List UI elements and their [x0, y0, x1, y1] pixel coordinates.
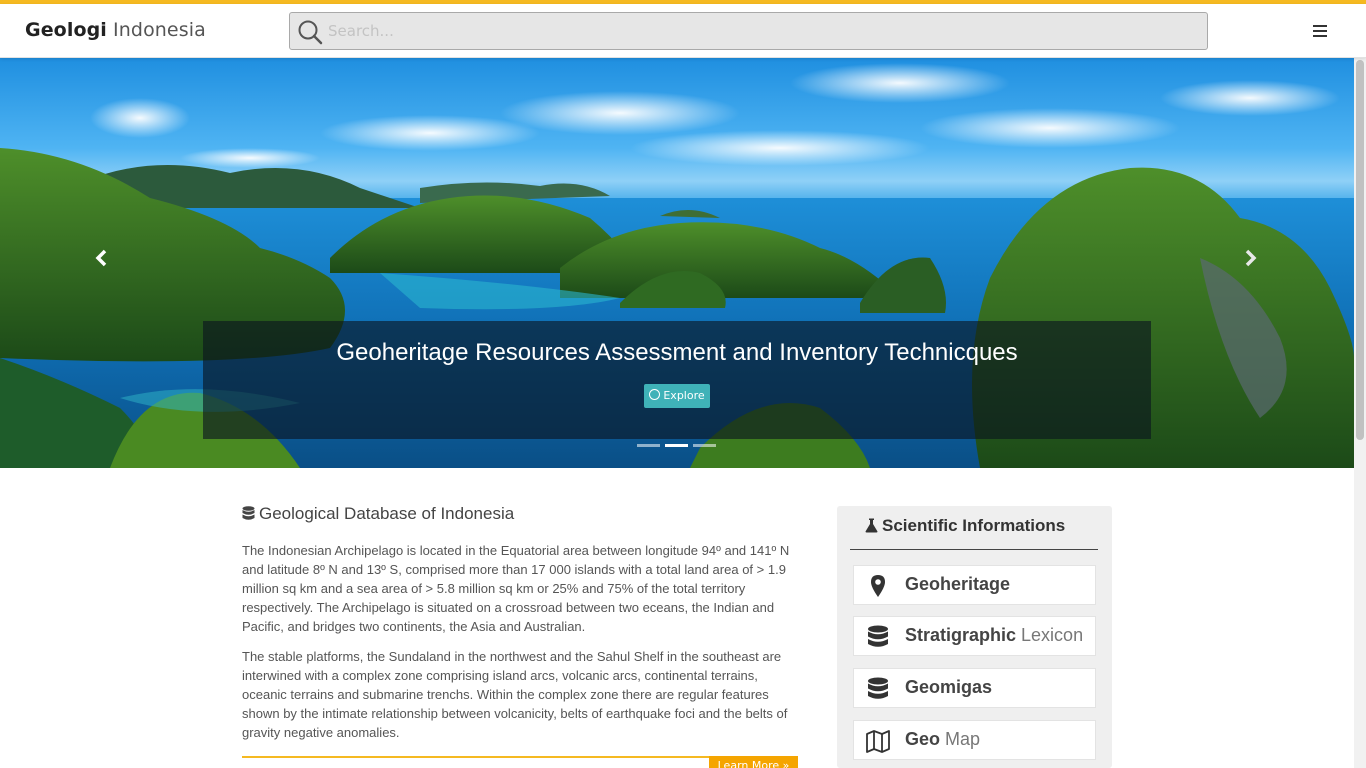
- carousel-indicator-3[interactable]: [693, 444, 716, 447]
- map-icon: [866, 730, 890, 753]
- carousel-next-arrow[interactable]: [1244, 248, 1264, 274]
- search-icon[interactable]: [297, 19, 323, 45]
- flask-icon: [865, 518, 878, 533]
- database-paragraph-1: The Indonesian Archipelago is located in…: [242, 543, 790, 634]
- explore-button[interactable]: Explore: [644, 384, 710, 408]
- explore-label: Explore: [663, 389, 705, 402]
- navbar: Geologi Indonesia: [0, 4, 1366, 58]
- chevron-left-icon: [95, 249, 107, 267]
- database-title: Geological Database of Indonesia: [242, 504, 798, 532]
- database-title-text: Geological Database of Indonesia: [259, 504, 515, 523]
- sidebar-item-label: Geomigas: [905, 677, 993, 697]
- database-paragraph-2: The stable platforms, the Sundaland in t…: [242, 649, 788, 740]
- sidebar-item-stratigraphic-lexicon[interactable]: Stratigraphic Lexicon: [853, 616, 1096, 656]
- sidebar-item-label: Geo Map: [905, 729, 981, 749]
- sidebar-item-geo-map[interactable]: Geo Map: [853, 720, 1096, 760]
- database-section: Geological Database of Indonesia The Ind…: [242, 504, 798, 742]
- brand-bold: Geologi: [25, 19, 107, 41]
- scientific-informations-panel: Scientific Informations Geoheritage Stra…: [837, 506, 1112, 768]
- sidebar-item-label: Geoheritage: [905, 574, 1011, 594]
- brand-logo[interactable]: Geologi Indonesia: [25, 19, 206, 41]
- search-input[interactable]: [328, 13, 1188, 49]
- panel-title: Scientific Informations: [865, 516, 1065, 536]
- search-box: [289, 12, 1208, 50]
- scrollbar-thumb[interactable]: [1356, 60, 1364, 440]
- arrow-circle-icon: [649, 389, 661, 400]
- sidebar-item-label: Stratigraphic Lexicon: [905, 625, 1084, 645]
- learn-more-button[interactable]: Learn More »: [709, 756, 798, 768]
- chevron-right-icon: [1245, 249, 1257, 267]
- menu-icon[interactable]: [1312, 22, 1332, 40]
- database-icon: [868, 677, 888, 699]
- brand-light: Indonesia: [106, 19, 206, 41]
- hero-carousel: Geoheritage Resources Assessment and Inv…: [0, 58, 1354, 468]
- carousel-caption-title: Geoheritage Resources Assessment and Inv…: [336, 339, 1018, 366]
- database-icon: [242, 506, 255, 520]
- carousel-caption: Geoheritage Resources Assessment and Inv…: [203, 321, 1151, 439]
- sidebar-item-geoheritage[interactable]: Geoheritage: [853, 565, 1096, 605]
- database-icon: [868, 625, 888, 647]
- panel-divider: [850, 549, 1098, 550]
- sidebar-item-geomigas[interactable]: Geomigas: [853, 668, 1096, 708]
- carousel-indicator-1[interactable]: [637, 444, 660, 447]
- map-marker-icon: [871, 575, 885, 597]
- learn-more-label: Learn More: [717, 759, 780, 768]
- panel-title-text: Scientific Informations: [882, 516, 1066, 535]
- carousel-indicator-2[interactable]: [665, 444, 688, 447]
- page-scrollbar[interactable]: [1354, 58, 1366, 768]
- carousel-prev-arrow[interactable]: [94, 248, 114, 274]
